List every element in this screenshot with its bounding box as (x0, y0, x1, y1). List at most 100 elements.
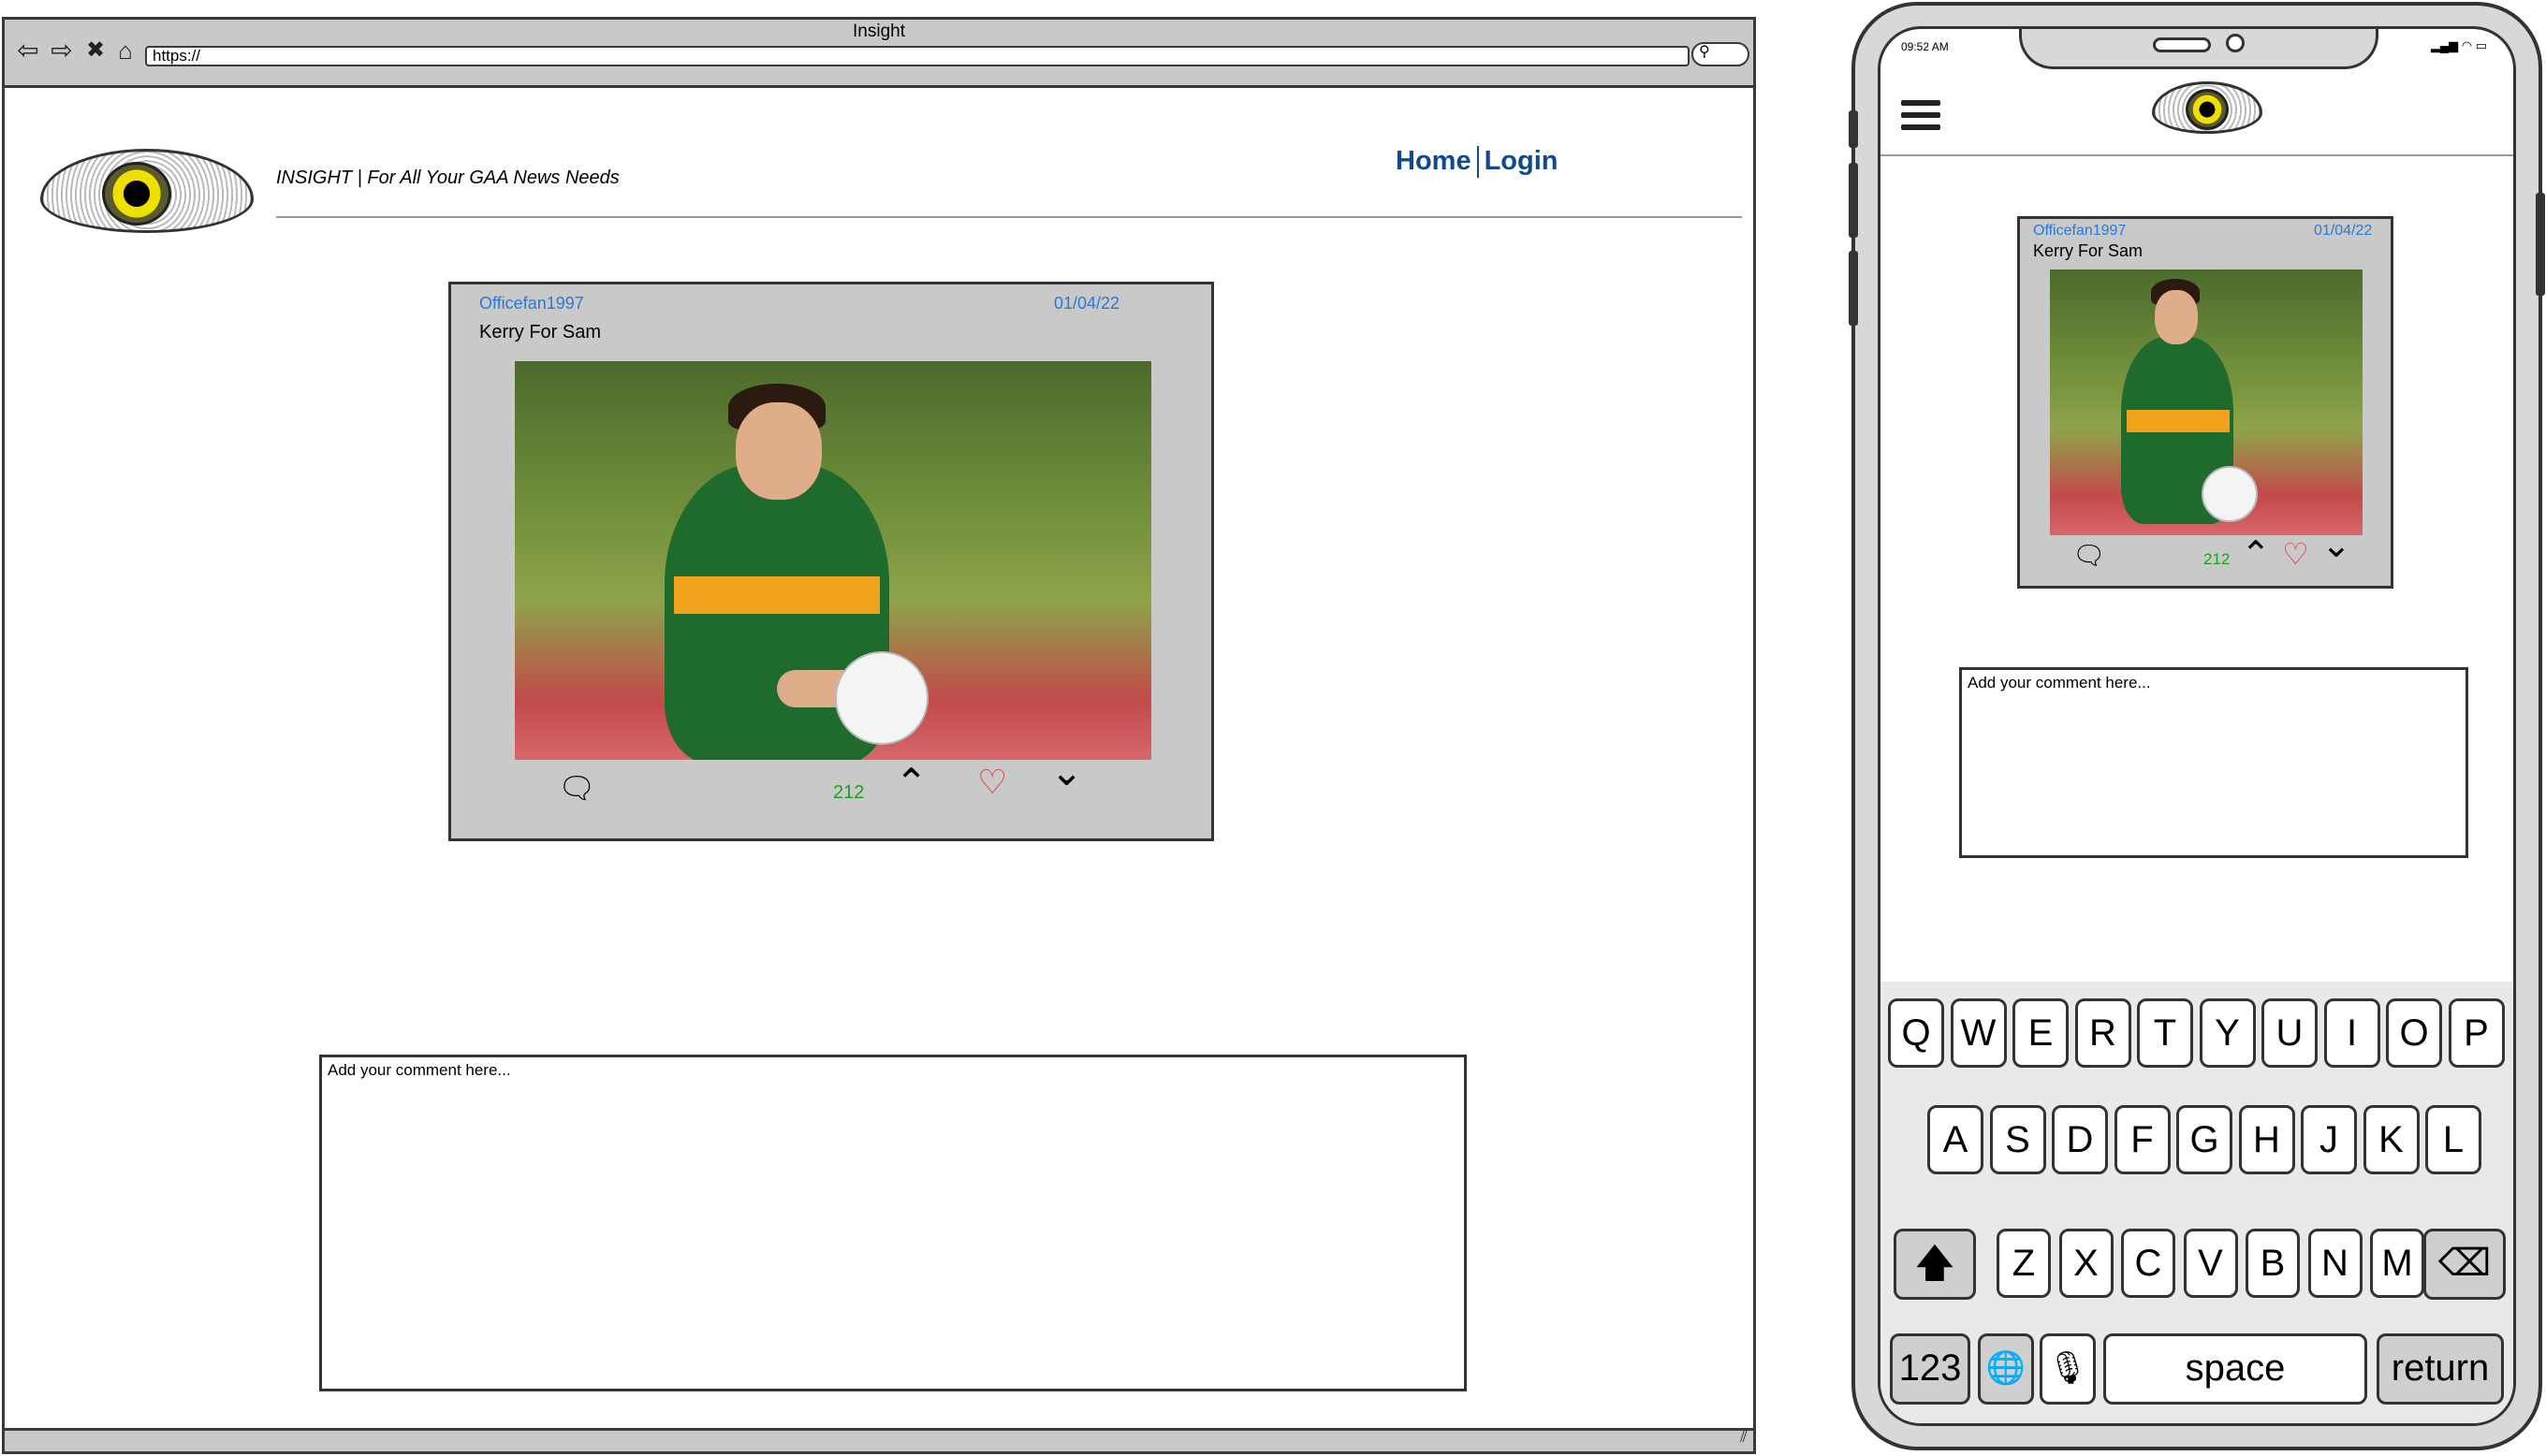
photo-jersey-stripe (2127, 410, 2230, 432)
eye-logo-iris (2186, 89, 2229, 130)
comment-textarea[interactable]: Add your comment here... (1959, 667, 2468, 858)
key-k[interactable]: K (2363, 1105, 2420, 1174)
key-o[interactable]: O (2386, 998, 2442, 1068)
key-d[interactable]: D (2052, 1105, 2108, 1174)
key-h[interactable]: H (2238, 1105, 2295, 1174)
photo-jersey-stripe (674, 576, 880, 614)
status-time: 09:52 AM (1901, 40, 1949, 53)
kerry-player-photo[interactable] (515, 361, 1151, 760)
key-j[interactable]: J (2301, 1105, 2357, 1174)
forward-arrow-icon[interactable]: ⇨ (48, 36, 76, 65)
status-icons: ▂▄▆ ◠ ▭ (2430, 38, 2487, 52)
post-author[interactable]: Officefan1997 (479, 294, 584, 313)
backspace-key[interactable]: ⌫ (2423, 1229, 2506, 1300)
phone-frame: 09:52 AM ▂▄▆ ◠ ▭ Officefan1997 01/04/22 … (1849, 2, 2545, 1450)
shift-key[interactable]: 🡅 (1894, 1229, 1976, 1300)
space-key[interactable]: space (2103, 1333, 2367, 1405)
post-date: 01/04/22 (2314, 223, 2373, 239)
back-arrow-icon[interactable]: ⇦ (14, 36, 42, 65)
key-w[interactable]: W (1950, 998, 2007, 1068)
post-date: 01/04/22 (1054, 294, 1120, 313)
header-divider (1880, 154, 2513, 156)
key-z[interactable]: Z (1997, 1229, 2051, 1298)
phone-volume-down (1849, 251, 1858, 326)
eye-logo-iris (102, 162, 171, 226)
post-card[interactable]: Officefan1997 01/04/22 Kerry For Sam 🗨 2… (448, 282, 1214, 841)
downvote-icon[interactable]: ⌄ (2321, 528, 2351, 563)
globe-icon: 🌐 (1985, 1350, 2027, 1386)
microphone-icon: 🎙 (2047, 1350, 2088, 1386)
vote-count: 212 (2203, 550, 2231, 568)
search-icon: ⚲ (1699, 44, 1710, 60)
eye-logo[interactable] (2152, 81, 2262, 134)
comment-icon[interactable]: 🗨 (558, 773, 596, 803)
key-y[interactable]: Y (2199, 998, 2256, 1068)
microphone-key[interactable]: 🎙 (2040, 1333, 2096, 1405)
key-i[interactable]: I (2323, 998, 2380, 1068)
speaker-icon (2153, 37, 2211, 52)
home-icon[interactable]: ⌂ (111, 36, 139, 65)
eye-logo[interactable] (40, 149, 254, 233)
upvote-icon[interactable]: ⌃ (895, 764, 928, 803)
key-f[interactable]: F (2114, 1105, 2171, 1174)
menu-icon[interactable] (1901, 100, 1940, 137)
browser-window: Insight ⇦ ⇨ ✖ ⌂ https:// ⚲ INSIGHT | For… (2, 17, 1756, 1454)
globe-key[interactable]: 🌐 (1978, 1333, 2034, 1405)
numbers-key[interactable]: 123 (1890, 1333, 1970, 1405)
key-u[interactable]: U (2261, 998, 2318, 1068)
key-g[interactable]: G (2176, 1105, 2232, 1174)
comment-icon[interactable]: 🗨 (2072, 543, 2106, 569)
browser-status-bar: ⫽ (5, 1427, 1753, 1451)
phone-power-button (2536, 193, 2545, 296)
photo-ball (2202, 466, 2258, 522)
key-r[interactable]: R (2074, 998, 2131, 1068)
post-author[interactable]: Officefan1997 (2033, 223, 2126, 240)
downvote-icon[interactable]: ⌄ (1050, 752, 1083, 792)
post-title[interactable]: Kerry For Sam (2033, 241, 2143, 261)
comment-placeholder: Add your comment here... (1968, 674, 2151, 692)
key-x[interactable]: X (2058, 1229, 2114, 1298)
upvote-icon[interactable]: ⌃ (2241, 537, 2271, 573)
phone-notch (2019, 29, 2378, 69)
resize-grip-icon[interactable]: ⫽ (1740, 1427, 1748, 1447)
key-m[interactable]: M (2370, 1229, 2424, 1298)
nav-home-link[interactable]: Home (1396, 146, 1471, 176)
kerry-player-photo[interactable] (2050, 269, 2363, 535)
browser-search-field[interactable]: ⚲ (1691, 42, 1749, 66)
browser-title: Insight (853, 22, 905, 41)
key-n[interactable]: N (2307, 1229, 2363, 1298)
address-bar[interactable]: https:// (145, 46, 1690, 66)
photo-head (736, 402, 822, 500)
key-c[interactable]: C (2121, 1229, 2175, 1298)
browser-toolbar: Insight ⇦ ⇨ ✖ ⌂ https:// ⚲ (5, 20, 1753, 88)
key-e[interactable]: E (2012, 998, 2069, 1068)
heart-icon[interactable]: ♡ (977, 765, 1007, 799)
key-v[interactable]: V (2183, 1229, 2238, 1298)
phone-mute-button (1849, 110, 1858, 148)
site-tagline: INSIGHT | For All Your GAA News Needs (276, 167, 620, 188)
comment-placeholder: Add your comment here... (328, 1061, 511, 1079)
shift-icon: 🡅 (1914, 1241, 1955, 1285)
backspace-icon: ⌫ (2437, 1243, 2492, 1284)
key-a[interactable]: A (1927, 1105, 1983, 1174)
key-s[interactable]: S (1989, 1105, 2046, 1174)
header-divider (276, 216, 1742, 218)
comment-textarea[interactable]: Add your comment here... (319, 1055, 1467, 1391)
close-icon[interactable]: ✖ (81, 36, 110, 65)
key-l[interactable]: L (2425, 1105, 2481, 1174)
nav-divider (1476, 146, 1479, 179)
heart-icon[interactable]: ♡ (2282, 539, 2309, 569)
return-key[interactable]: return (2377, 1333, 2504, 1405)
phone-screen: 09:52 AM ▂▄▆ ◠ ▭ Officefan1997 01/04/22 … (1878, 26, 2516, 1426)
photo-head (2155, 290, 2198, 344)
post-title[interactable]: Kerry For Sam (479, 322, 601, 343)
vote-count: 212 (833, 782, 865, 803)
nav-login-link[interactable]: Login (1485, 146, 1558, 176)
post-card[interactable]: Officefan1997 01/04/22 Kerry For Sam 🗨 2… (2017, 216, 2393, 589)
main-nav: Home Login (1396, 146, 1558, 179)
key-b[interactable]: B (2246, 1229, 2300, 1298)
photo-ball (835, 651, 929, 745)
key-t[interactable]: T (2137, 998, 2193, 1068)
key-q[interactable]: Q (1888, 998, 1944, 1068)
key-p[interactable]: P (2448, 998, 2505, 1068)
